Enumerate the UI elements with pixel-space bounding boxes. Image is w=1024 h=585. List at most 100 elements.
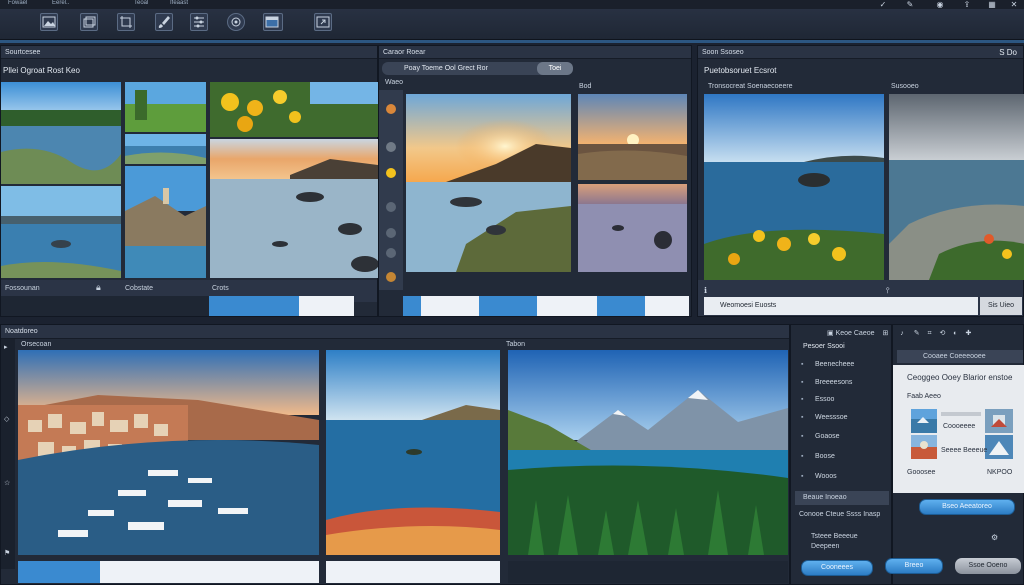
main-photo[interactable] xyxy=(406,94,571,272)
photo-thumbnail[interactable] xyxy=(1,82,121,184)
panel-icon[interactable]: ▣ xyxy=(827,330,834,337)
photo-thumbnail[interactable] xyxy=(125,166,206,278)
tag-icon[interactable]: ◇ xyxy=(4,415,9,423)
list-item-label: Beenecheee xyxy=(815,361,855,368)
check-icon[interactable]: ✓ xyxy=(878,1,888,9)
secondary-button[interactable]: Breeo xyxy=(885,558,943,574)
preview-thumbnail[interactable] xyxy=(985,409,1013,433)
gallery-icon[interactable] xyxy=(227,13,245,31)
lock-icon[interactable]: 🔒︎ xyxy=(96,282,101,293)
color-icon[interactable] xyxy=(386,272,396,282)
menu-item[interactable]: Fowael xyxy=(8,0,27,6)
slider-track[interactable] xyxy=(941,412,981,416)
heal-icon[interactable]: ✚ xyxy=(965,330,971,337)
crop-icon[interactable] xyxy=(117,13,135,31)
window-icon[interactable] xyxy=(263,13,283,31)
progress-segment xyxy=(326,561,500,583)
image-icon[interactable] xyxy=(40,13,58,31)
list-item[interactable]: ▪ Breeeesons xyxy=(801,379,853,386)
photo-thumbnail[interactable] xyxy=(578,94,687,180)
tab-editor[interactable]: Toei xyxy=(537,62,573,75)
progress-segment xyxy=(421,296,479,316)
inspector-card: Ceoggeo Ooey Blarior enstoe Faab Aeeo Co… xyxy=(893,365,1024,493)
preview-thumbnail[interactable] xyxy=(911,435,937,459)
star-icon[interactable]: ☆ xyxy=(4,479,10,487)
mask-icon[interactable]: ◐ xyxy=(953,330,957,337)
compare-photo-before[interactable] xyxy=(704,94,884,280)
menu-item[interactable]: Teoal xyxy=(134,0,148,6)
eye-icon[interactable]: ◉ xyxy=(935,1,945,9)
list-item[interactable]: ▪ Beenecheee xyxy=(801,361,855,368)
edit-icon[interactable]: ✎ xyxy=(914,330,920,337)
bullet-icon: ▪ xyxy=(801,433,804,440)
list-item[interactable]: ▪ Weesssoe xyxy=(801,414,848,421)
preview-thumbnail[interactable] xyxy=(985,435,1013,459)
pin-icon[interactable]: ⫯ xyxy=(886,286,889,296)
layers-icon[interactable] xyxy=(80,13,98,31)
menu-item[interactable]: Ifeaast xyxy=(170,0,188,6)
menu-item[interactable]: Eerel.. xyxy=(52,0,69,6)
progress-segment xyxy=(299,296,354,316)
photo-thumbnail[interactable] xyxy=(578,184,687,272)
inspector-row: Coooeeee xyxy=(943,423,976,430)
bullet-icon: ▪ xyxy=(801,414,804,421)
gallery-side-strip: ▸ ◇ ☆ ⚑ xyxy=(1,339,15,569)
exposure-icon[interactable] xyxy=(386,168,396,178)
list-item[interactable]: ▪ Wooos xyxy=(801,473,837,480)
flag-icon[interactable]: ⚑ xyxy=(4,549,10,557)
list-item[interactable]: ▪ Essoo xyxy=(801,396,835,403)
settings-icon[interactable]: ⚙ xyxy=(991,533,998,542)
apply-action-button[interactable]: Bseo Aeeatoreo xyxy=(919,499,1015,515)
info-icon[interactable]: ℹ xyxy=(704,286,707,295)
progress-segment xyxy=(537,296,597,316)
list-item-label: Essoo xyxy=(815,396,835,403)
confirm-button[interactable]: Cooneees xyxy=(801,560,873,576)
filter-icon[interactable]: ⊞ xyxy=(882,330,888,337)
pencil-icon[interactable]: ✎ xyxy=(905,1,915,9)
panel-header: Caraor Roear xyxy=(379,46,691,59)
arrow-icon[interactable]: ▸ xyxy=(4,343,8,351)
photo-thumbnail[interactable] xyxy=(210,82,378,137)
sun-icon[interactable] xyxy=(386,104,396,114)
brush-icon[interactable] xyxy=(386,142,396,152)
grid-icon[interactable]: ▦ xyxy=(987,1,997,9)
gallery-photo-mountains[interactable] xyxy=(508,350,788,555)
detail-icon[interactable] xyxy=(386,248,396,258)
list-item-label: Breeeesons xyxy=(815,379,853,386)
photo-thumbnail[interactable] xyxy=(210,139,378,278)
adjust-icon[interactable] xyxy=(190,13,208,31)
photo-thumbnail[interactable] xyxy=(1,186,121,278)
contrast-icon[interactable] xyxy=(386,202,396,212)
preview-thumbnail[interactable] xyxy=(911,409,937,433)
share-icon[interactable]: ⇪ xyxy=(962,1,972,9)
apply-button[interactable]: Sis Uieo xyxy=(980,297,1022,315)
inspector-title: Ceoggeo Ooey Blarior enstoe xyxy=(907,373,1013,382)
export-icon[interactable] xyxy=(314,13,332,31)
crop-icon[interactable]: ⌗ xyxy=(928,330,932,337)
photo-thumbnail[interactable] xyxy=(125,134,206,164)
list-item[interactable]: ▪ Goaose xyxy=(801,433,840,440)
progress-segment xyxy=(508,561,788,583)
tool-icon[interactable]: ♪ xyxy=(900,330,904,337)
cancel-button[interactable]: Ssoe Ooeno xyxy=(955,558,1021,574)
comment-field[interactable]: Weomoesi Euosts xyxy=(704,297,978,315)
panel-header: Sourtcesee xyxy=(1,46,377,59)
photo-thumbnail[interactable] xyxy=(125,82,206,132)
progress-segment xyxy=(18,561,100,583)
panel-header: Soon Ssoseo xyxy=(698,46,1023,59)
compare-photo-after[interactable] xyxy=(889,94,1024,280)
editor-panel: Caraor Roear Poay Toeme Ool Grect Ror To… xyxy=(378,45,692,317)
list-footer[interactable]: Beaue Inoeao xyxy=(795,491,889,505)
list-item-label: Wooos xyxy=(815,473,837,480)
inspector-tab[interactable]: Cooaee Coeeeooee xyxy=(897,350,1023,363)
gallery-photo-coast[interactable] xyxy=(326,350,500,555)
close-icon[interactable]: ✕ xyxy=(1009,1,1019,9)
gallery-photo-harbor[interactable] xyxy=(18,350,319,555)
rotate-icon[interactable]: ⟲ xyxy=(939,330,945,337)
panel-subtitle: Puetobsoruet Ecsrot xyxy=(704,66,777,75)
panel-subtitle: Pllei Ogroat Rost Keo xyxy=(3,66,80,75)
tone-icon[interactable] xyxy=(386,228,396,238)
inspector-row: Seeee Beeeue xyxy=(941,447,988,454)
brush-icon[interactable] xyxy=(155,13,173,31)
list-item[interactable]: ▪ Boose xyxy=(801,453,835,460)
